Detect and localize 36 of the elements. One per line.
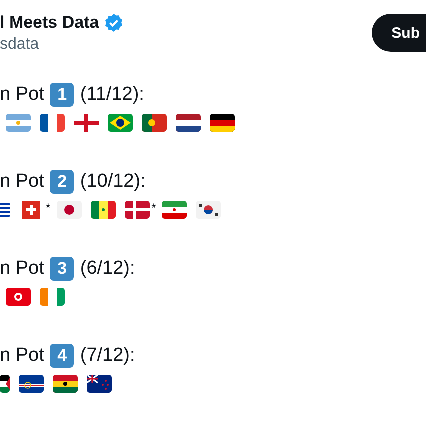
number-keycap: 3 xyxy=(50,257,74,281)
flag-icon xyxy=(196,201,222,219)
flag-icon xyxy=(162,201,188,219)
asterisk-note: * xyxy=(152,201,156,215)
flag-icon xyxy=(124,201,150,219)
flag-icon xyxy=(53,375,78,393)
pot-count: (6/12): xyxy=(80,258,136,280)
flag-icon xyxy=(40,288,65,306)
flag-icon xyxy=(40,114,65,132)
number-keycap: 4 xyxy=(50,344,74,368)
pot-label: n Pot xyxy=(0,258,44,280)
author-name[interactable]: l Meets Data xyxy=(0,12,100,34)
pot-count: (11/12): xyxy=(80,84,144,106)
flag-icon xyxy=(0,201,10,219)
flag-icon xyxy=(142,114,167,132)
pot-count: (10/12): xyxy=(80,171,146,193)
pot-label: n Pot xyxy=(0,345,44,367)
author-handle[interactable]: sdata xyxy=(0,34,124,56)
pot-label: n Pot xyxy=(0,171,44,193)
number-keycap: 2 xyxy=(50,170,74,194)
flag-icon xyxy=(6,288,31,306)
flag-icon xyxy=(90,201,116,219)
flag-icon xyxy=(19,375,44,393)
flag-icon xyxy=(56,201,82,219)
number-keycap: 1 xyxy=(50,83,74,107)
asterisk-note: * xyxy=(46,201,51,215)
flag-icon xyxy=(74,114,99,132)
flag-icon xyxy=(176,114,201,132)
flag-icon xyxy=(6,114,31,132)
subscribe-button[interactable]: Sub xyxy=(372,14,426,52)
flag-icon xyxy=(210,114,235,132)
flag-icon xyxy=(108,114,133,132)
flag-icon xyxy=(0,375,10,393)
pot-label: n Pot xyxy=(0,84,44,106)
pot-count: (7/12): xyxy=(80,345,136,367)
flag-icon xyxy=(87,375,112,393)
